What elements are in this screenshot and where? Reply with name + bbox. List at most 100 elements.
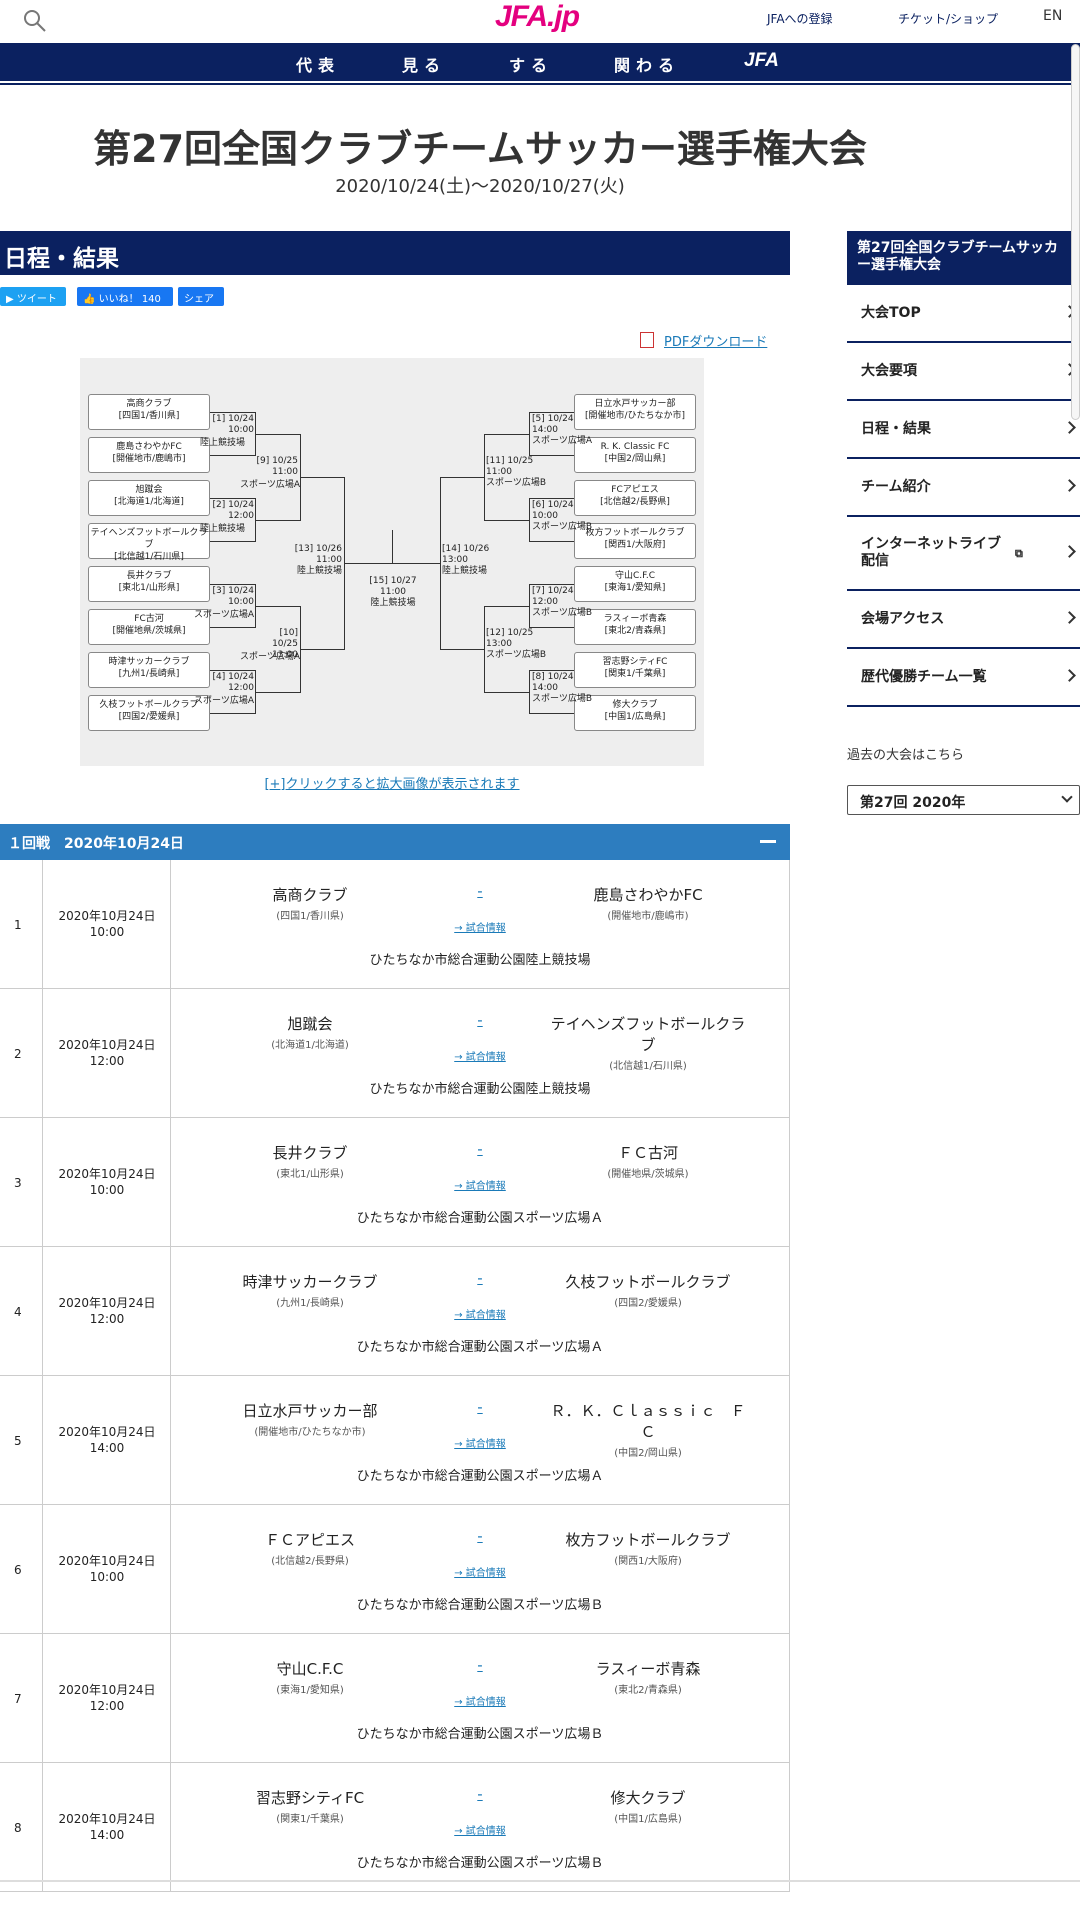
home-team: ＦＣアピエス (北信越2/長野県) — [264, 1531, 355, 1567]
bracket-match-2: [2] 10/24 12:00 — [212, 500, 254, 521]
sidebar-item-top[interactable]: 大会TOP — [847, 285, 1080, 343]
past-tournament-select[interactable]: 第27回 2020年 — [847, 785, 1080, 815]
home-team: 旭蹴会 (北海道1/北海道) — [271, 1015, 349, 1051]
pdf-download-link[interactable]: PDFダウンロード — [664, 331, 767, 350]
score-link[interactable]: - — [440, 882, 520, 900]
round-header[interactable]: １回戦 2020年10月24日 — [0, 824, 790, 860]
match-venue: ひたちなか市総合運動公園スポーツ広場Ｂ — [356, 1727, 604, 1742]
match-info-link[interactable]: → 試合情報 — [440, 1177, 520, 1192]
bracket-match-9: [9] 10/25 11:00 — [256, 456, 298, 477]
match-venue: ひたちなか市総合運動公園陸上競技場 — [369, 953, 591, 968]
match-number: 4 — [14, 1305, 22, 1319]
score-link[interactable]: - — [440, 1011, 520, 1029]
chevron-down-icon — [1061, 791, 1073, 803]
lang-switch[interactable]: EN — [1043, 8, 1062, 24]
score-link[interactable]: - — [440, 1140, 520, 1158]
match-datetime: 2020年10月24日 14:00 — [58, 1425, 156, 1455]
like-button[interactable]: 👍 いいね！ 140 — [77, 287, 173, 306]
tweet-label: ツイート — [16, 294, 57, 305]
match-number: 6 — [14, 1563, 22, 1577]
bracket-match-5: [5] 10/24 14:00 スポーツ広場A — [532, 414, 592, 446]
nav-divider — [0, 83, 1080, 85]
match-info-link[interactable]: → 試合情報 — [440, 1822, 520, 1837]
match-venue: ひたちなか市総合運動公園スポーツ広場Ａ — [356, 1469, 604, 1484]
bracket-match-14: [14] 10/26 13:00 陸上競技場 — [442, 544, 490, 576]
nav-item-representative[interactable]: 代表 — [296, 52, 340, 76]
round-title: １回戦 2020年10月24日 — [8, 836, 184, 852]
sidebar-item-live[interactable]: インターネットライブ配信 ⧉ — [847, 517, 1080, 591]
bracket-team-left-1: 高商クラブ [四国1/香川県] — [88, 394, 210, 430]
jfa-logo[interactable]: JFA.jp — [495, 0, 580, 34]
match-datetime: 2020年10月24日 10:00 — [58, 1554, 156, 1584]
match-info-link[interactable]: → 試合情報 — [440, 1306, 520, 1321]
sidebar-item-schedule[interactable]: 日程・結果 — [847, 401, 1080, 459]
bracket-team-left-2: 鹿島さわやかFC [開催地市/鹿嶋市] — [88, 437, 210, 473]
chevron-right-icon — [1063, 545, 1076, 558]
score-link[interactable]: - — [440, 1785, 520, 1803]
away-team: 鹿島さわやかFC (開催地市/鹿嶋市) — [593, 886, 703, 922]
bracket-team-right-7: 習志野シティFC [関東1/千葉県] — [574, 652, 696, 688]
bracket-team-right-3: FCアピエス [北信越2/長野県] — [574, 480, 696, 516]
pdf-icon — [640, 332, 654, 348]
score-link[interactable]: - — [440, 1527, 520, 1545]
sidebar-item-guidelines[interactable]: 大会要項 — [847, 343, 1080, 401]
match-info-link[interactable]: → 試合情報 — [440, 1048, 520, 1063]
bracket-venue-1: 陸上競技場 — [200, 438, 246, 448]
tournament-bracket[interactable]: 高商クラブ [四国1/香川県] 鹿島さわやかFC [開催地市/鹿嶋市] 旭蹴会 [北海… — [80, 358, 704, 766]
tweet-button[interactable]: ▶ ツイート — [0, 287, 66, 306]
sidebar-title: 第27回全国クラブチームサッカー選手権大会 — [847, 231, 1080, 285]
away-team: Ｒ．Ｋ．Ｃｌａｓｓｉｃ ＦＣ (中国2/岡山県) — [550, 1402, 746, 1459]
match-number: 1 — [14, 918, 22, 932]
home-team: 長井クラブ (東北1/山形県) — [272, 1144, 348, 1180]
home-team: 習志野シティFC (関東1/千葉県) — [255, 1789, 365, 1825]
match-info-link[interactable]: → 試合情報 — [440, 1564, 520, 1579]
bracket-match-7: [7] 10/24 12:00 スポーツ広場B — [532, 586, 592, 618]
match-venue: ひたちなか市総合運動公園スポーツ広場Ｂ — [356, 1598, 604, 1613]
match-datetime: 2020年10月24日 12:00 — [58, 1038, 156, 1068]
external-link-icon: ⧉ — [1015, 546, 1023, 560]
chevron-right-icon — [1063, 421, 1076, 434]
nav-item-watch[interactable]: 見る — [402, 52, 446, 76]
search-icon[interactable] — [22, 8, 48, 34]
home-team: 時津サッカークラブ (九州1/長崎県) — [242, 1273, 378, 1309]
section-heading: 日程・結果 — [0, 231, 790, 275]
bracket-match-6: [6] 10/24 10:00 スポーツ広場B — [532, 500, 592, 532]
match-datetime: 2020年10月24日 12:00 — [58, 1296, 156, 1326]
match-info-link[interactable]: → 試合情報 — [440, 1435, 520, 1450]
scrollbar[interactable] — [1071, 44, 1080, 420]
collapse-icon[interactable] — [760, 840, 776, 843]
home-team: 日立水戸サッカー部 (開催地市/ひたちなか市) — [242, 1402, 378, 1438]
score-link[interactable]: - — [440, 1398, 520, 1416]
nav-item-jfa[interactable]: JFA — [744, 50, 779, 72]
register-link[interactable]: JFAへの登録 — [767, 10, 833, 27]
away-team: ＦＣ古河 (開催地県/茨城県) — [607, 1144, 689, 1180]
chevron-right-icon — [1063, 669, 1076, 682]
score-link[interactable]: - — [440, 1656, 520, 1674]
bracket-match-final: [15] 10/27 11:00 陸上競技場 — [369, 576, 417, 608]
home-team: 高商クラブ (四国1/香川県) — [272, 886, 348, 922]
enlarge-image-link[interactable]: [+]クリックすると拡大画像が表示されます — [0, 773, 784, 792]
top-bar: JFA.jp JFAへの登録 チケット/ショップ EN — [0, 0, 1080, 40]
sidebar-item-champions[interactable]: 歴代優勝チーム一覧 — [847, 649, 1080, 707]
nav-item-play[interactable]: する — [509, 52, 553, 76]
sidebar-item-access[interactable]: 会場アクセス — [847, 591, 1080, 649]
sidebar-item-teams[interactable]: チーム紹介 — [847, 459, 1080, 517]
tournament-dates: 2020/10/24(土)〜2020/10/27(火) — [335, 176, 625, 197]
tickets-link[interactable]: チケット/ショップ — [898, 10, 998, 27]
bracket-match-12: [12] 10/25 13:00 スポーツ広場B — [486, 628, 546, 660]
bracket-venue-2: 陸上競技場 — [200, 524, 246, 534]
away-team: 枚方フットボールクラブ (関西1/大阪府) — [565, 1531, 731, 1567]
match-venue: ひたちなか市総合運動公園スポーツ広場Ａ — [356, 1340, 604, 1355]
score-link[interactable]: - — [440, 1269, 520, 1287]
match-info-link[interactable]: → 試合情報 — [440, 1693, 520, 1708]
page-bottom-divider — [0, 1880, 1080, 1882]
table-row: 3 2020年10月24日 10:00 長井クラブ (東北1/山形県) - → 試合… — [0, 1118, 789, 1247]
bracket-team-right-8: 修大クラブ [中国1/広島県] — [574, 695, 696, 731]
nav-item-involve[interactable]: 関わる — [614, 52, 680, 76]
match-info-link[interactable]: → 試合情報 — [440, 919, 520, 934]
page-title: 第27回全国クラブチームサッカー選手権大会 — [93, 127, 867, 171]
bracket-team-left-3: 旭蹴会 [北海道1/北海道] — [88, 480, 210, 516]
bracket-team-left-4: テイヘンズフットボールクラブ [北信越1/石川県] — [88, 523, 210, 562]
match-venue: ひたちなか市総合運動公園陸上競技場 — [369, 1082, 591, 1097]
share-button[interactable]: シェア — [178, 287, 224, 306]
